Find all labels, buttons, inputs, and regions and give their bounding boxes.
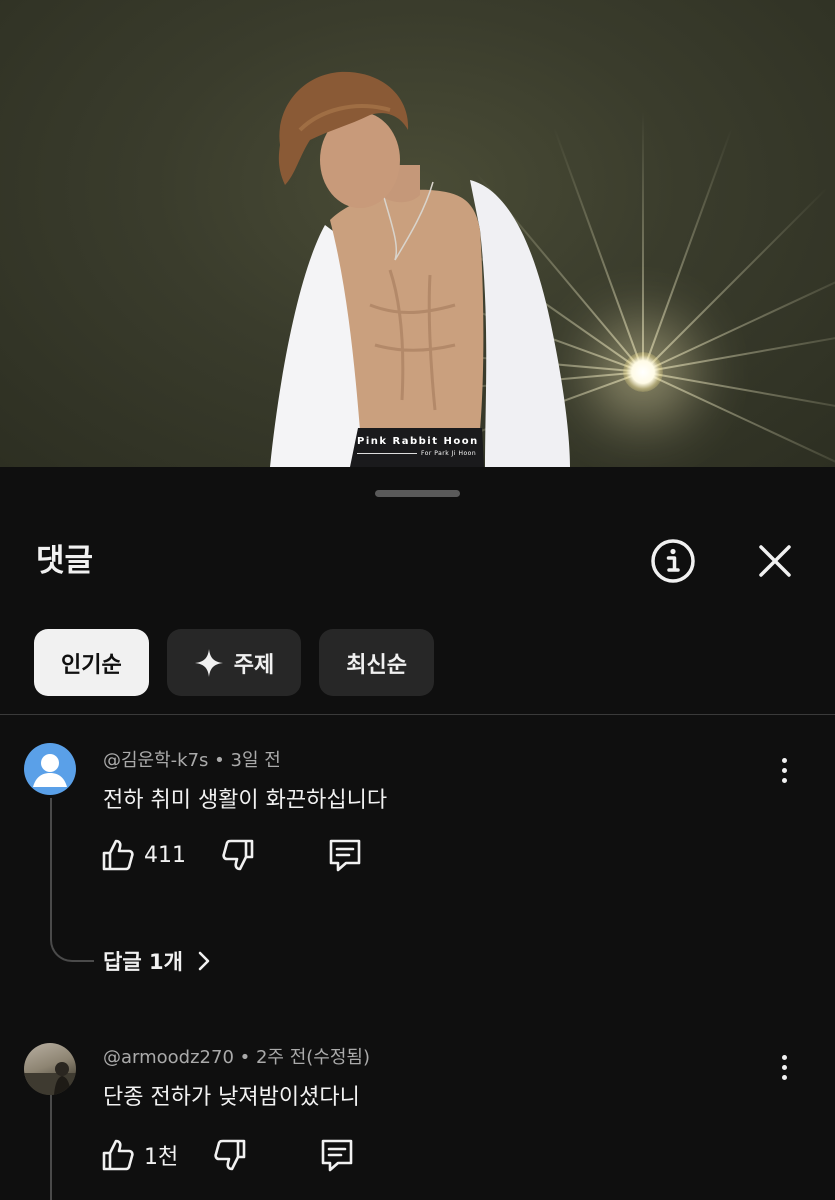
comment-text: 전하 취미 생활이 화끈하십니다: [103, 788, 388, 813]
avatar[interactable]: [24, 743, 76, 795]
watermark-subtitle: For Park Ji Hoon: [421, 450, 477, 457]
comment-author[interactable]: @armoodz270: [103, 1047, 234, 1068]
chip-topics[interactable]: 주제: [166, 629, 302, 696]
stage-light: [623, 352, 663, 392]
dislike-button[interactable]: [212, 1137, 248, 1173]
more-dot: [781, 767, 787, 773]
more-dot: [781, 1064, 787, 1070]
comment-item: @armoodz270 • 2주 전(수정됨) 단종 전하가 낮져밤이셨다니 1…: [0, 1043, 835, 1200]
light-ray: [642, 325, 835, 373]
info-button[interactable]: [645, 533, 701, 589]
reply-comment-icon: [321, 1139, 353, 1172]
more-options-button[interactable]: [770, 1049, 798, 1085]
thread-line: [50, 1095, 94, 1200]
reply-button[interactable]: [326, 836, 364, 874]
comment-text: 단종 전하가 낮져밤이셨다니: [103, 1085, 360, 1110]
like-button[interactable]: 411: [100, 837, 186, 873]
light-ray: [642, 371, 835, 419]
more-options-button[interactable]: [770, 752, 798, 788]
reply-comment-icon: [329, 839, 361, 872]
comments-sheet: 댓글 인기순 주제 최신순 @김운학-k7s • 3일 전 전하 취미 생활이 …: [0, 470, 835, 1200]
avatar[interactable]: [24, 1043, 76, 1095]
replies-label: 답글 1개: [103, 950, 183, 974]
more-dot: [781, 777, 787, 783]
thumbs-up-icon: [102, 839, 134, 871]
watermark-rule: [357, 453, 417, 454]
drag-handle[interactable]: [375, 490, 460, 497]
chip-popular[interactable]: 인기순: [34, 629, 149, 696]
more-dot: [781, 1074, 787, 1080]
more-dot: [781, 1054, 787, 1060]
comment-actions: 1천: [100, 1136, 356, 1174]
comment-time: 2주 전(수정됨): [255, 1047, 371, 1068]
close-button[interactable]: [747, 533, 803, 589]
thumbs-down-icon: [222, 839, 254, 871]
chip-newest[interactable]: 최신순: [319, 629, 434, 696]
chip-label: 최신순: [346, 652, 407, 678]
close-icon: [759, 545, 791, 577]
video-watermark: Pink Rabbit Hoon For Park Ji Hoon: [357, 436, 487, 457]
light-ray: [642, 371, 835, 467]
divider: [0, 714, 835, 715]
like-button[interactable]: 1천: [100, 1137, 178, 1173]
like-count: 411: [144, 842, 186, 868]
more-dot: [781, 757, 787, 763]
reply-button[interactable]: [318, 1136, 356, 1174]
sparkle-icon: [194, 648, 224, 678]
profile-photo: [24, 1062, 76, 1095]
view-replies-button[interactable]: 답글 1개: [103, 946, 217, 976]
sort-chips: 인기순 주제 최신순: [34, 629, 434, 696]
thread-line: [50, 798, 94, 962]
chevron-right-icon: [198, 951, 210, 971]
thumbs-down-icon: [214, 1139, 246, 1171]
info-icon: [651, 539, 695, 583]
chip-label: 인기순: [61, 652, 122, 678]
thumbs-up-icon: [102, 1139, 134, 1171]
light-ray: [642, 261, 835, 373]
chip-label: 주제: [233, 652, 275, 678]
comment-time: 3일 전: [230, 750, 281, 771]
performer-image: [270, 71, 570, 467]
comment-author[interactable]: @김운학-k7s: [103, 750, 208, 771]
dislike-button[interactable]: [220, 837, 256, 873]
watermark-title: Pink Rabbit Hoon: [357, 436, 479, 447]
like-count: 1천: [144, 1145, 179, 1170]
comment-actions: 411: [100, 836, 364, 874]
video-player[interactable]: Pink Rabbit Hoon For Park Ji Hoon: [0, 0, 835, 467]
light-ray: [642, 112, 644, 372]
default-avatar-icon: [33, 754, 67, 787]
comment-item: @김운학-k7s • 3일 전 전하 취미 생활이 화끈하십니다 411 답글 …: [0, 743, 835, 986]
sheet-title: 댓글: [36, 543, 94, 579]
